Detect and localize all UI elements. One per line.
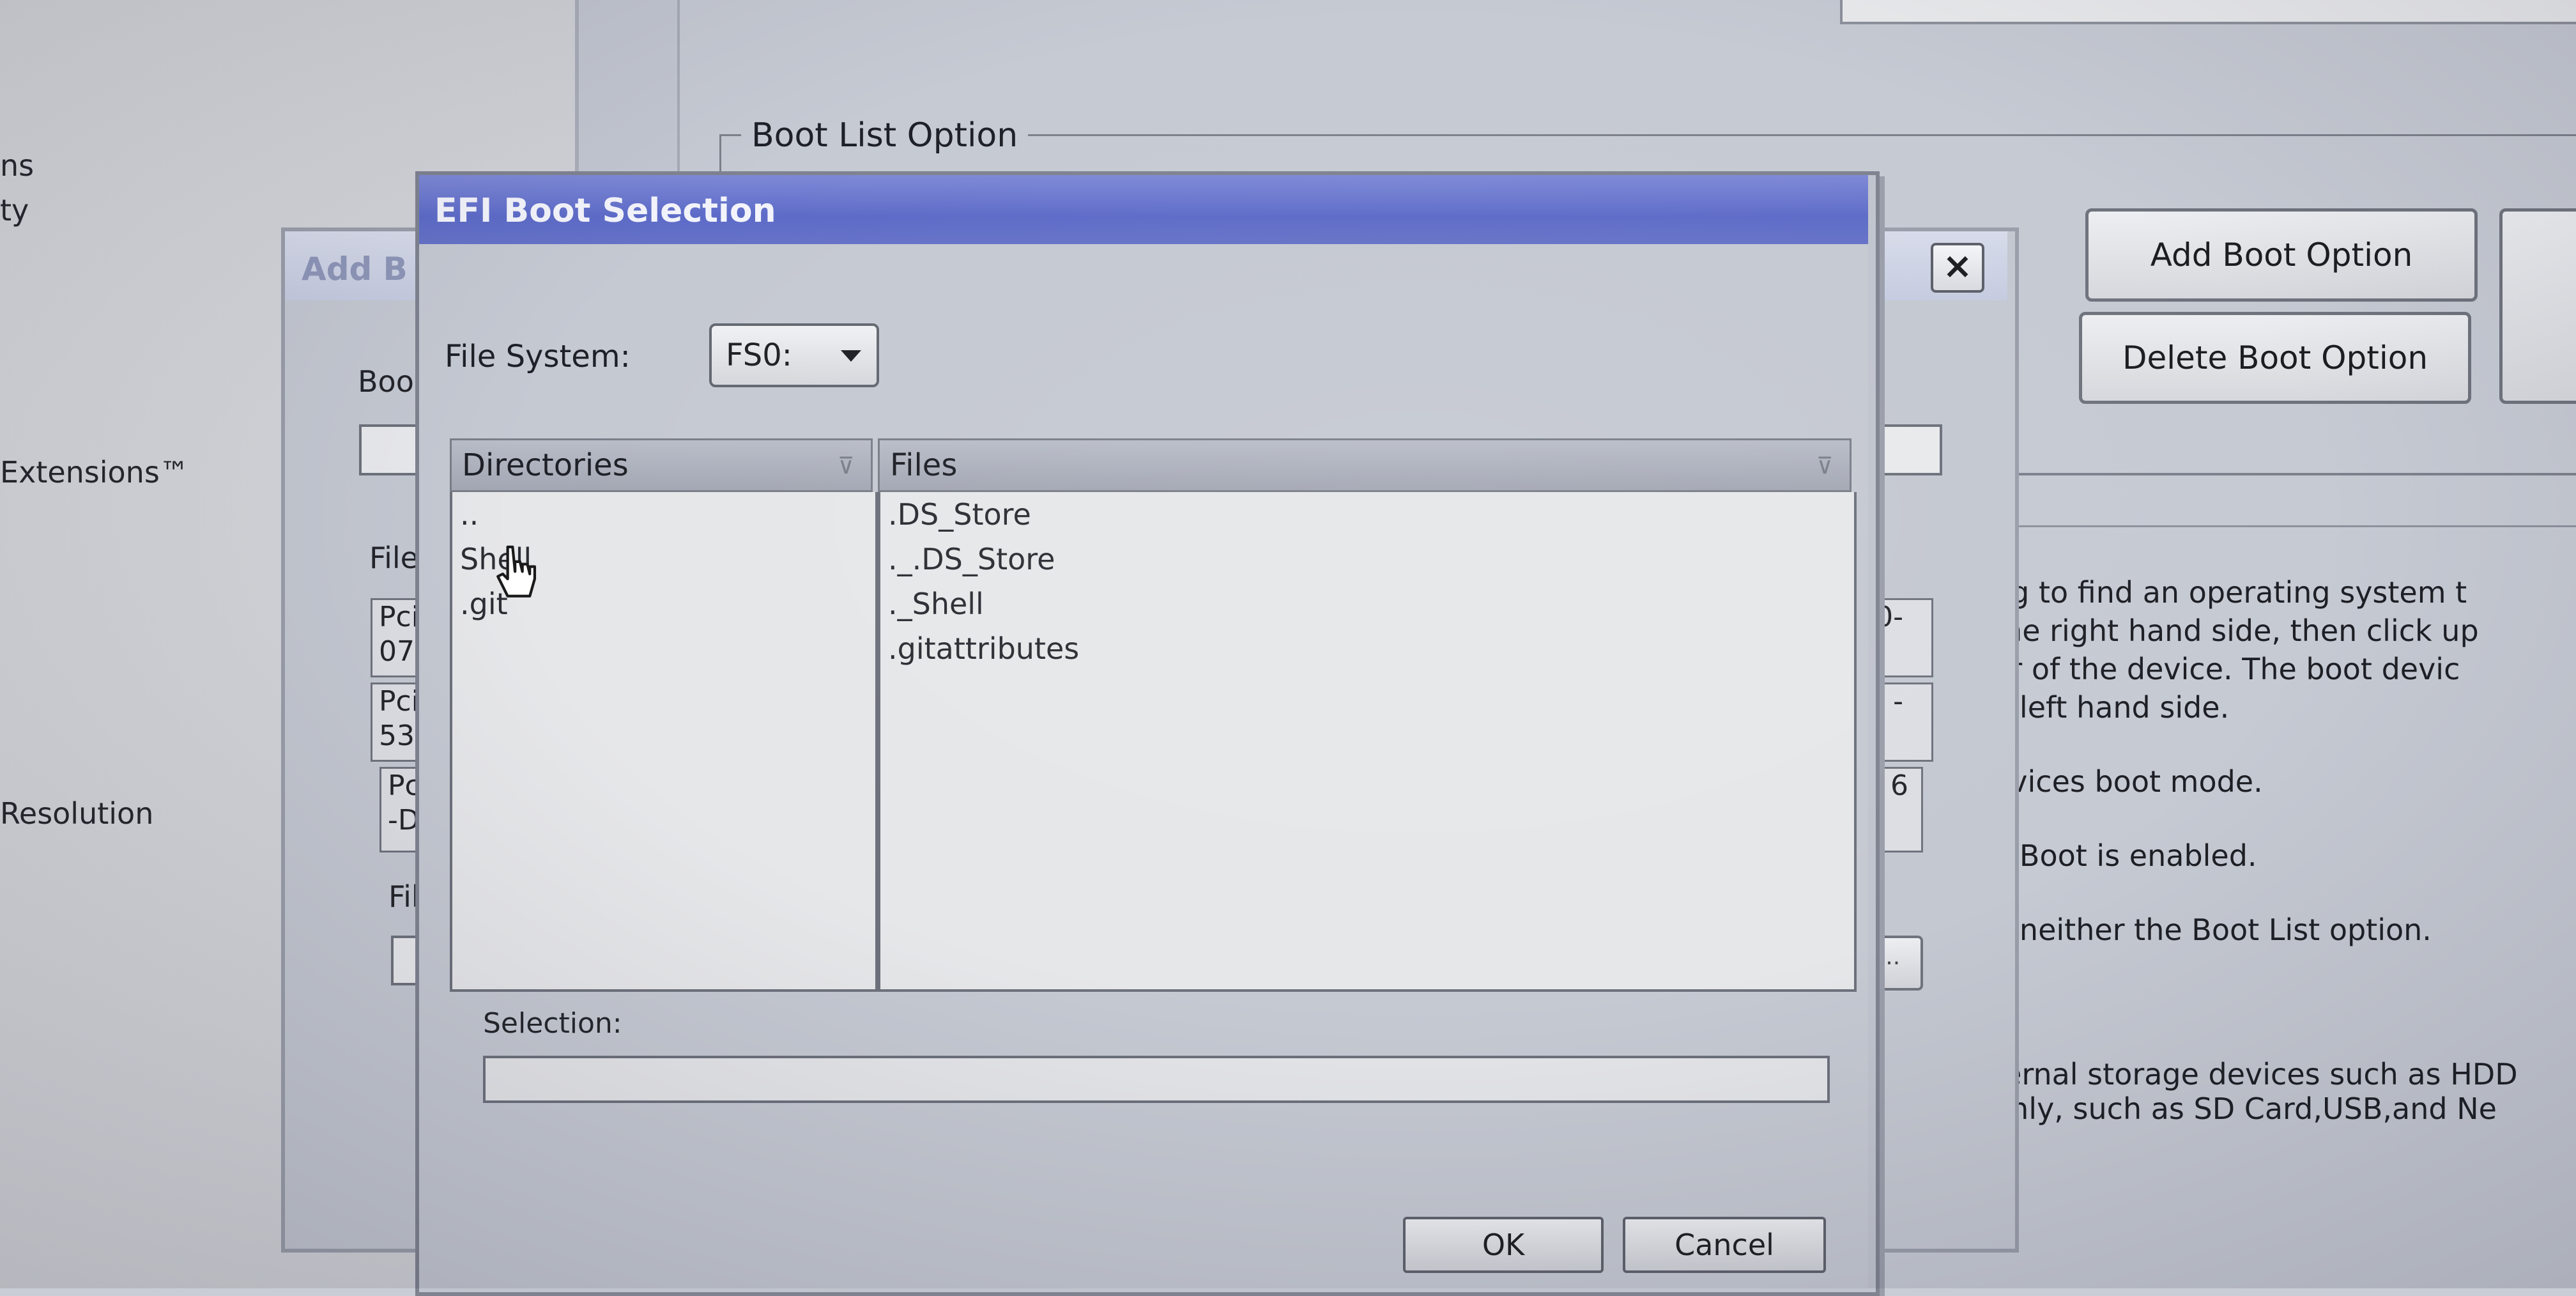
- file-item[interactable]: ._.DS_Store: [888, 542, 1055, 576]
- left-nav-fragment: ns: [0, 148, 34, 183]
- chevron-down-icon: [841, 350, 861, 362]
- help-text-line: e left hand side.: [1992, 690, 2230, 725]
- file-system-label: File System:: [445, 339, 631, 374]
- selection-label: Selection:: [483, 1007, 622, 1040]
- add-boot-option-button[interactable]: Add Boot Option: [2085, 208, 2478, 302]
- files-header-label: Files: [890, 447, 958, 483]
- directories-column-header[interactable]: Directories ⊽: [450, 438, 873, 492]
- files-column-header[interactable]: Files ⊽: [878, 438, 1851, 492]
- top-input-field[interactable]: [1840, 0, 2576, 24]
- file-item[interactable]: .gitattributes: [888, 631, 1079, 666]
- help-text-line: evices boot mode.: [1992, 764, 2263, 799]
- divider: [1981, 473, 2576, 475]
- cancel-button[interactable]: Cancel: [1623, 1217, 1826, 1273]
- sort-icon[interactable]: ⊽: [1816, 455, 1833, 478]
- file-system-list-label: File: [369, 541, 418, 575]
- help-text-line: only, such as SD Card,USB,and Ne: [1992, 1092, 2497, 1126]
- file-item[interactable]: .DS_Store: [888, 497, 1031, 532]
- selection-field[interactable]: [483, 1056, 1830, 1103]
- help-text-line: e neither the Boot List option.: [1992, 913, 2432, 947]
- list-item-line: -: [1893, 685, 1903, 718]
- view-button[interactable]: [2499, 208, 2576, 404]
- boot-list-option-label: Boot List Option: [741, 116, 1029, 155]
- ok-button[interactable]: OK: [1403, 1217, 1604, 1273]
- file-item[interactable]: ._Shell: [888, 587, 984, 621]
- help-text-line: the right hand side, then click up: [1992, 613, 2479, 648]
- list-item-line: 6: [1890, 769, 1908, 802]
- help-text-line: ng to find an operating system t: [1992, 575, 2467, 610]
- left-nav-fragment: Resolution: [0, 796, 154, 831]
- delete-boot-option-button[interactable]: Delete Boot Option: [2079, 312, 2471, 404]
- add-boot-dialog-title: Add B: [302, 251, 408, 288]
- file-system-value: FS0:: [726, 337, 792, 373]
- boot-option-name-label: Boo: [358, 364, 414, 399]
- divider: [2006, 525, 2576, 527]
- close-button[interactable]: ×: [1931, 243, 1984, 293]
- left-nav-fragment: ty: [0, 193, 29, 228]
- directory-item[interactable]: ..: [460, 497, 479, 532]
- efi-dialog-title: EFI Boot Selection: [434, 192, 776, 230]
- left-nav-fragment: Extensions™: [0, 455, 189, 490]
- file-system-select[interactable]: FS0:: [709, 323, 879, 387]
- help-text-line: er of the device. The boot devic: [1992, 652, 2460, 686]
- hand-cursor-icon: [496, 545, 537, 598]
- help-text-line: ternal storage devices such as HDD: [1992, 1057, 2518, 1092]
- directories-header-label: Directories: [462, 447, 629, 483]
- sort-icon[interactable]: ⊽: [838, 455, 854, 478]
- files-list[interactable]: .DS_Store ._.DS_Store ._Shell .gitattrib…: [878, 492, 1857, 992]
- help-text-line: e Boot is enabled.: [1992, 838, 2257, 873]
